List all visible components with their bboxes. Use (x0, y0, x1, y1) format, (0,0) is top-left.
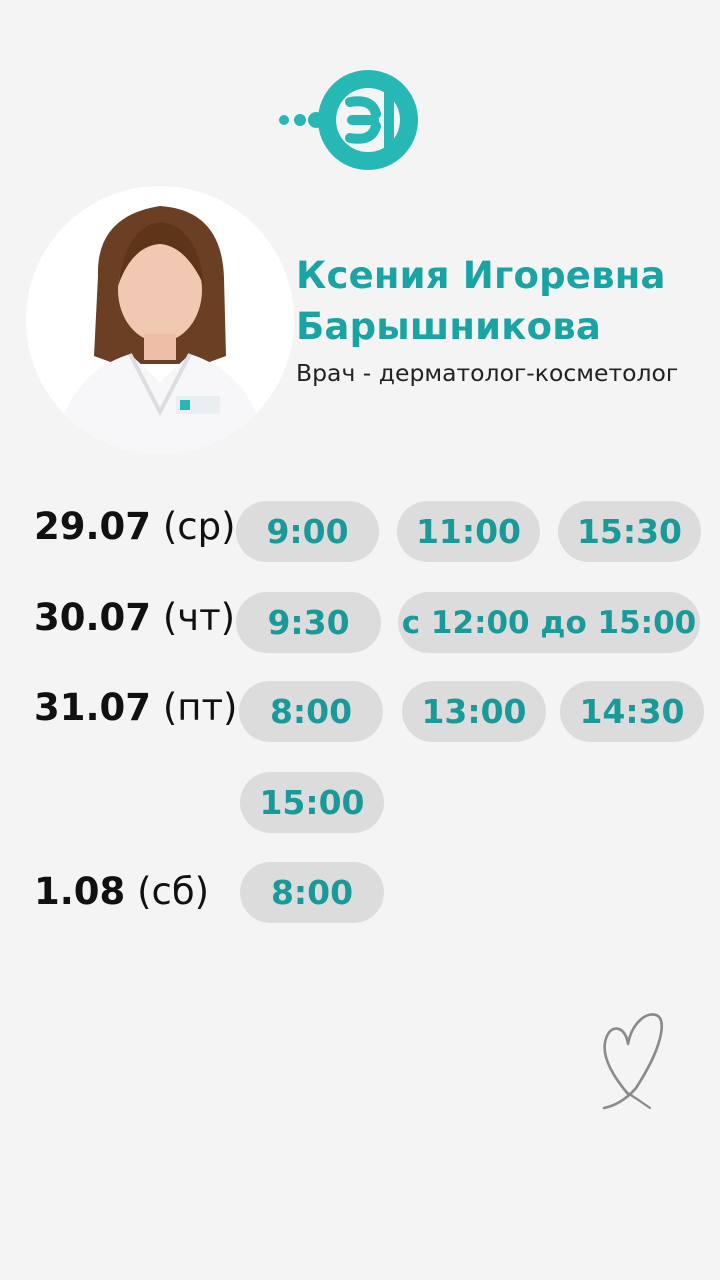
schedule-date-31-07: 31.07 (пт) (34, 686, 237, 729)
time-range-button[interactable]: с 12:00 до 15:00 (398, 592, 700, 653)
time-slot-button[interactable]: 14:30 (560, 681, 704, 742)
date-value: 1.08 (34, 870, 126, 913)
schedule-date-29-07: 29.07 (ср) (34, 505, 236, 548)
doctor-photo (26, 186, 294, 454)
schedule-date-01-08: 1.08 (сб) (34, 870, 209, 913)
doctor-role: Врач - дерматолог-косметолог (296, 359, 679, 387)
doctor-name: Ксения Игоревна Барышникова (296, 250, 716, 352)
time-slot-button[interactable]: 9:00 (236, 501, 379, 562)
weekday-value: (сб) (137, 870, 210, 913)
weekday-value: (ср) (162, 505, 236, 548)
time-slot-button[interactable]: 8:00 (240, 862, 384, 923)
date-value: 31.07 (34, 686, 152, 729)
time-slot-button[interactable]: 15:00 (240, 772, 384, 833)
weekday-value: (пт) (162, 686, 238, 729)
time-slot-button[interactable]: 13:00 (402, 681, 546, 742)
time-slot-button[interactable]: 8:00 (239, 681, 383, 742)
schedule-date-30-07: 30.07 (чт) (34, 596, 235, 639)
doctor-name-first: Ксения Игоревна (296, 254, 666, 297)
time-slot-button[interactable]: 9:30 (236, 592, 381, 653)
heart-doodle-icon (602, 1013, 663, 1110)
time-slot-button[interactable]: 11:00 (397, 501, 540, 562)
weekday-value: (чт) (162, 596, 236, 639)
doctor-name-last: Барышникова (296, 305, 602, 348)
date-value: 30.07 (34, 596, 152, 639)
time-slot-button[interactable]: 15:30 (558, 501, 701, 562)
clinic-logo-icon (279, 70, 418, 170)
date-value: 29.07 (34, 505, 152, 548)
